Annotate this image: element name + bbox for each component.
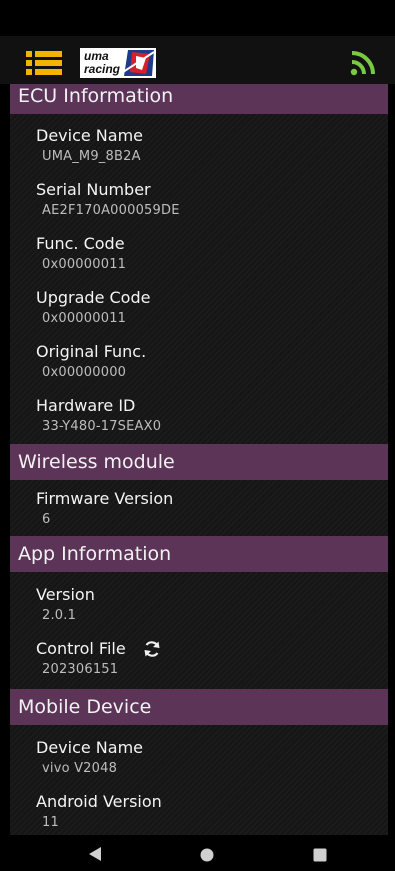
item-value-version: 2.0.1 bbox=[42, 608, 77, 623]
item-label-device-name: Device Name bbox=[36, 126, 144, 145]
rss-connection-icon[interactable] bbox=[350, 50, 376, 76]
logo-text-uma: uma bbox=[84, 49, 109, 63]
item-value-firmware-version: 6 bbox=[42, 512, 51, 527]
item-label-android-version: Android Version bbox=[36, 792, 162, 811]
status-bar bbox=[0, 0, 395, 36]
section-header-mobile-device: Mobile Device bbox=[10, 689, 388, 725]
item-label-upgrade-code: Upgrade Code bbox=[36, 288, 151, 307]
item-value-control-file: 202306151 bbox=[42, 662, 119, 677]
navigation-bar bbox=[0, 835, 395, 871]
section-header-wireless-module: Wireless module bbox=[10, 444, 388, 480]
item-value-serial-number: AE2F170A000059DE bbox=[42, 203, 180, 218]
item-label-version: Version bbox=[36, 585, 95, 604]
refresh-icon[interactable] bbox=[142, 639, 162, 659]
info-content[interactable]: ECU Information Device Name UMA_M9_8B2A … bbox=[10, 84, 388, 835]
item-label-mobile-device-name: Device Name bbox=[36, 738, 144, 757]
item-label-original-func: Original Func. bbox=[36, 342, 147, 361]
item-label-func-code: Func. Code bbox=[36, 234, 125, 253]
item-value-mobile-device-name: vivo V2048 bbox=[42, 761, 118, 776]
item-value-device-name: UMA_M9_8B2A bbox=[42, 149, 141, 164]
recent-apps-square-icon[interactable] bbox=[313, 848, 327, 862]
logo-text-racing: racing bbox=[84, 62, 121, 76]
item-label-serial-number: Serial Number bbox=[36, 180, 151, 199]
back-triangle-icon[interactable] bbox=[88, 846, 102, 862]
item-label-hardware-id: Hardware ID bbox=[36, 396, 136, 415]
item-value-android-version: 11 bbox=[42, 815, 59, 830]
uma-racing-logo: uma racing bbox=[80, 48, 156, 78]
item-label-control-file: Control File bbox=[36, 639, 126, 658]
section-header-app-information: App Information bbox=[10, 536, 388, 572]
section-header-ecu-information: ECU Information bbox=[10, 84, 388, 114]
item-value-func-code: 0x00000011 bbox=[42, 257, 127, 272]
item-label-firmware-version: Firmware Version bbox=[36, 489, 174, 508]
item-value-hardware-id: 33-Y480-17SEAX0 bbox=[42, 419, 162, 434]
home-circle-icon[interactable] bbox=[200, 848, 214, 862]
item-value-upgrade-code: 0x00000011 bbox=[42, 311, 127, 326]
hamburger-menu-icon[interactable] bbox=[26, 50, 62, 76]
item-value-original-func: 0x00000000 bbox=[42, 365, 127, 380]
